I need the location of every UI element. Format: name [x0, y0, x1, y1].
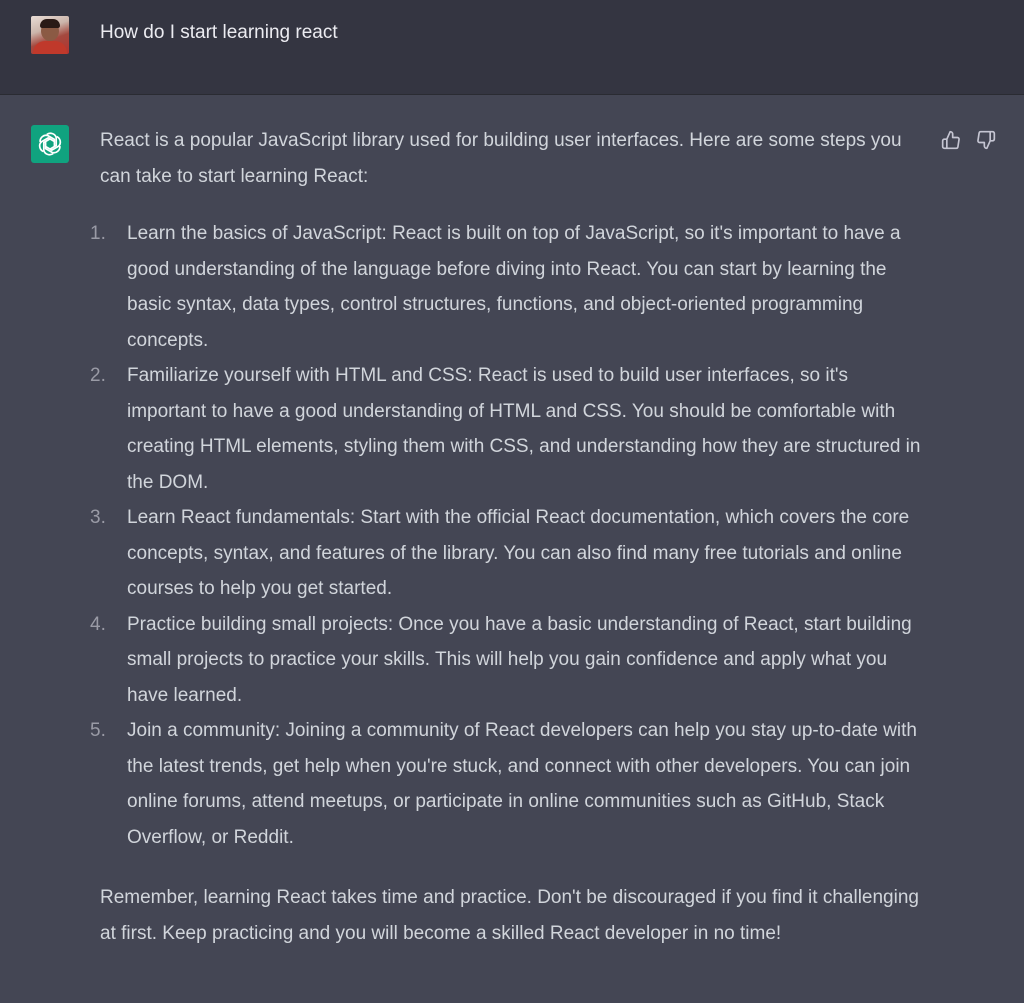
step-number: 1.	[90, 223, 106, 244]
step-text: Learn the basics of JavaScript: React is…	[127, 223, 901, 351]
step-number: 5.	[90, 720, 106, 741]
user-message-row: How do I start learning react	[0, 0, 1024, 95]
step-text: Familiarize yourself with HTML and CSS: …	[127, 365, 921, 493]
assistant-message-content: React is a popular JavaScript library us…	[90, 123, 930, 951]
assistant-message-row: React is a popular JavaScript library us…	[0, 95, 1024, 1003]
step-number: 2.	[90, 365, 106, 386]
avatar-shirt	[33, 41, 67, 54]
response-outro: Remember, learning React takes time and …	[100, 887, 919, 944]
list-item: 3. Learn React fundamentals: Start with …	[90, 500, 930, 607]
step-number: 4.	[90, 613, 106, 635]
list-item: 1. Learn the basics of JavaScript: React…	[90, 216, 930, 358]
step-text: Join a community: Joining a community of…	[127, 720, 917, 848]
openai-logo-icon	[38, 132, 62, 156]
step-text: Learn React fundamentals: Start with the…	[127, 507, 910, 599]
avatar-hair	[40, 19, 60, 28]
assistant-avatar	[31, 125, 69, 163]
step-text: Practice building small projects: Once y…	[127, 613, 912, 706]
user-message-text: How do I start learning react	[100, 22, 338, 43]
thumbs-up-icon	[941, 130, 960, 150]
steps-list: 1. Learn the basics of JavaScript: React…	[90, 216, 930, 855]
list-item: 4. Practice building small projects: Onc…	[90, 607, 930, 714]
step-number: 3.	[90, 507, 106, 528]
thumbs-up-button[interactable]	[940, 129, 962, 151]
thumbs-down-icon	[977, 130, 996, 150]
list-item: 2. Familiarize yourself with HTML and CS…	[90, 358, 930, 500]
list-item: 5. Join a community: Joining a community…	[90, 713, 930, 855]
user-avatar	[31, 16, 69, 54]
thumbs-down-button[interactable]	[975, 129, 997, 151]
response-intro: React is a popular JavaScript library us…	[100, 130, 902, 187]
